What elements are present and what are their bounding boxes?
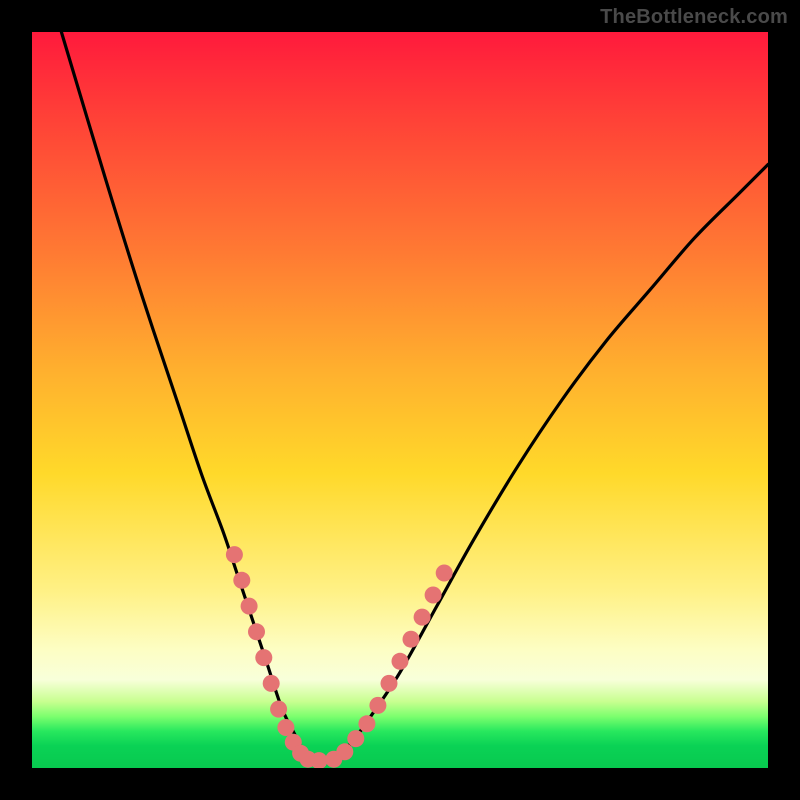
marker-dot (403, 631, 420, 648)
marker-dot (336, 743, 353, 760)
marker-dot (392, 653, 409, 670)
marker-dot (248, 623, 265, 640)
marker-dot (226, 546, 243, 563)
marker-dot (270, 701, 287, 718)
marker-dot (425, 587, 442, 604)
marker-layer (226, 546, 453, 768)
marker-dot (414, 609, 431, 626)
marker-dot (369, 697, 386, 714)
marker-dot (241, 598, 258, 615)
curve-path (61, 32, 768, 762)
marker-dot (255, 649, 272, 666)
watermark-text: TheBottleneck.com (600, 6, 788, 29)
marker-dot (263, 675, 280, 692)
marker-dot (277, 719, 294, 736)
marker-dot (233, 572, 250, 589)
marker-dot (381, 675, 398, 692)
plot-area (32, 32, 768, 768)
chart-frame: TheBottleneck.com (0, 0, 800, 800)
marker-dot (436, 565, 453, 582)
curve-layer (61, 32, 768, 762)
marker-dot (347, 730, 364, 747)
marker-dot (358, 715, 375, 732)
chart-svg (32, 32, 768, 768)
